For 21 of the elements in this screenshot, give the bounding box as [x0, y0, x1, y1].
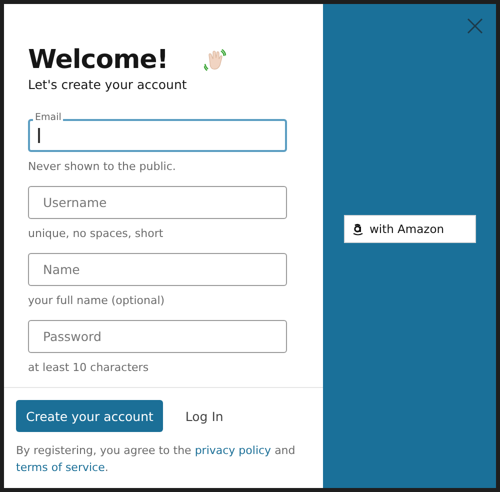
- amazon-login-button[interactable]: with Amazon: [344, 215, 476, 243]
- helper-text: at least 10 characters: [28, 361, 150, 375]
- helper-text: Never shown to the public.: [28, 160, 177, 174]
- legal-link[interactable]: privacy policy: [194, 444, 272, 457]
- input-field[interactable]: Username: [28, 186, 287, 219]
- helper-text: your full name (optional): [28, 294, 166, 308]
- input-field[interactable]: Name: [28, 253, 287, 286]
- create-account-button[interactable]: Create your account: [16, 400, 164, 432]
- input-field[interactable]: [28, 119, 287, 152]
- waving-hand-icon: [204, 49, 226, 71]
- close-icon[interactable]: [467, 18, 483, 34]
- legal-text: By registering, you agree to the privacy policy and terms of service.: [16, 443, 296, 476]
- dialog-title: Welcome!: [28, 44, 168, 76]
- amazon-logo-icon: [352, 222, 362, 236]
- field-label: Email: [33, 112, 64, 124]
- dialog-subtitle: Let's create your account: [28, 77, 188, 93]
- input-field[interactable]: Password: [28, 320, 287, 353]
- text-cursor: [38, 128, 40, 143]
- legal-link[interactable]: terms of service: [16, 461, 105, 474]
- helper-text: unique, no spaces, short: [28, 227, 164, 241]
- log-in-button[interactable]: Log In: [185, 404, 224, 428]
